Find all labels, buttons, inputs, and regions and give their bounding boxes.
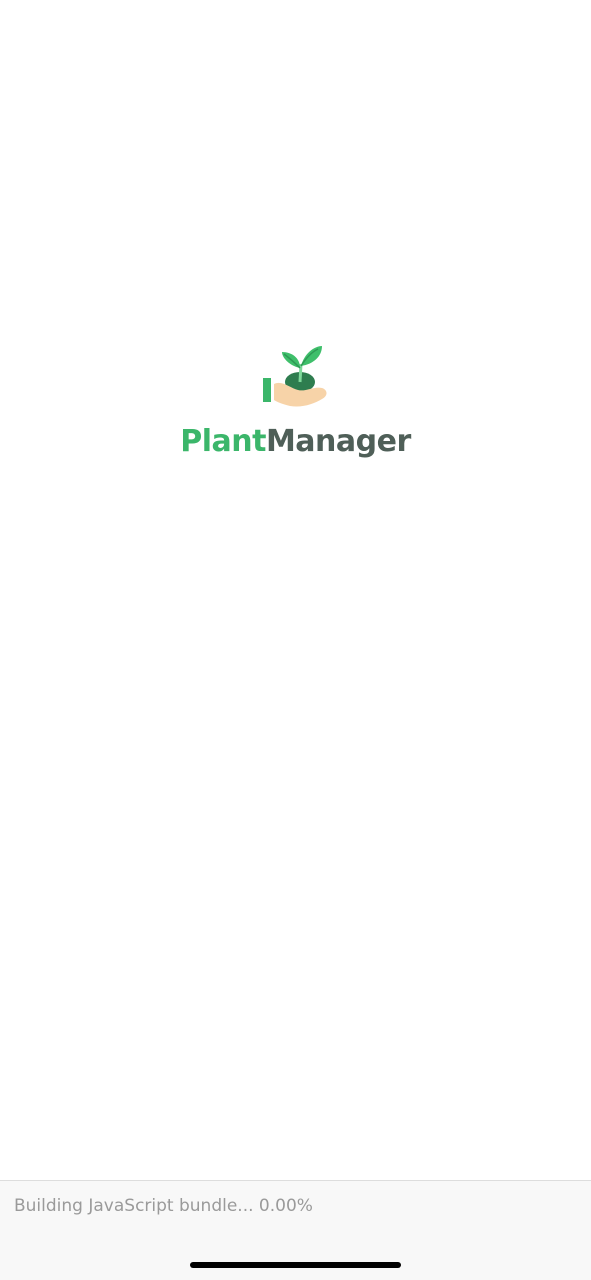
app-name: PlantManager [180, 424, 411, 460]
app-logo: PlantManager [0, 340, 591, 460]
splash-screen: PlantManager Building JavaScript bundle.… [0, 0, 591, 1280]
bundle-status-text: Building JavaScript bundle... 0.00% [14, 1196, 313, 1216]
hand-sprout-icon [262, 346, 326, 407]
app-name-manager: Manager [265, 424, 411, 459]
home-indicator[interactable] [190, 1262, 401, 1268]
app-name-plant: Plant [180, 424, 266, 459]
